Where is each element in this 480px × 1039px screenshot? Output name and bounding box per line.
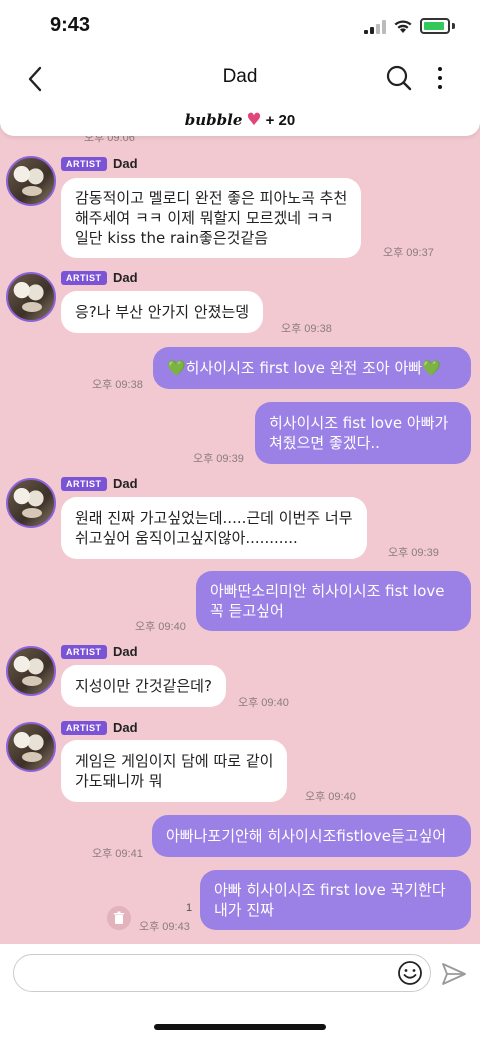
sender-name: Dad: [113, 156, 138, 171]
message-line: 아빠나포기안해 히사이시조fistlove듣고싶어: [166, 827, 447, 845]
message-line: 아빠 히사이시조 first love 꾹기한다: [214, 881, 446, 899]
message-line: 쉬고싶어 움직이고싶지않아...........: [75, 529, 298, 547]
message-line: 꼭 듣고싶어: [210, 602, 284, 620]
unread-count: 1: [186, 902, 193, 914]
message-time: 오후 09:40: [135, 621, 186, 633]
avatar[interactable]: [6, 722, 56, 772]
home-indicator: [154, 1024, 326, 1030]
artist-badge: ARTIST: [61, 271, 107, 285]
avatar[interactable]: [6, 156, 56, 206]
trash-icon[interactable]: [107, 906, 131, 930]
message-line: 응?나 부산 안가지 안졌는뎅: [75, 303, 250, 321]
search-icon[interactable]: [385, 64, 413, 92]
message-line: 쳐줬으면 좋겠다..: [269, 434, 380, 452]
message-input[interactable]: [13, 954, 431, 992]
message-time: 오후 09:39: [388, 547, 439, 559]
message-line: 히사이시조 fist love 아빠가: [269, 414, 449, 432]
message-time: 오후 09:41: [92, 848, 143, 860]
message-time: 오후 09:37: [383, 247, 434, 259]
sender-name: Dad: [113, 270, 138, 285]
sender-name: Dad: [113, 476, 138, 491]
message-time: 오후 09:40: [305, 791, 356, 803]
sender-name: Dad: [113, 720, 138, 735]
heart-icon: ♥: [246, 110, 262, 130]
bubble-label: bubble: [184, 111, 243, 129]
battery-icon: [420, 18, 450, 34]
incoming-message[interactable]: 지성이만 간것같은데?: [61, 665, 226, 707]
message-composer: [0, 944, 480, 1039]
message-line: 아빠딴소리미안 히사이시조 fist love: [210, 582, 445, 600]
status-time: 9:43: [50, 14, 91, 36]
avatar[interactable]: [6, 646, 56, 696]
message-time: 오후 09:38: [92, 379, 143, 391]
incoming-message[interactable]: 게임은 게임이지 담에 따로 같이 가도돼니까 뭐: [61, 740, 288, 802]
bubble-count-bar: bubble ♥ + 20: [0, 104, 480, 136]
chat-area[interactable]: bubble ♥ + 20 오후 09:06 ARTIST Dad 감동적이고 멜로…: [0, 104, 480, 944]
message-line: 내가 진짜: [214, 901, 274, 919]
message-time: 오후 09:38: [281, 323, 332, 335]
message-line: 💚히사이시조 first love 완전 조아 아빠💚: [167, 359, 441, 377]
wifi-icon: [394, 20, 412, 33]
outgoing-message[interactable]: 아빠 히사이시조 first love 꾹기한다 내가 진짜: [200, 870, 471, 930]
more-vertical-icon[interactable]: [432, 64, 448, 92]
avatar[interactable]: [6, 478, 56, 528]
artist-badge: ARTIST: [61, 645, 107, 659]
message-time: 오후 09:39: [193, 453, 244, 465]
outgoing-message[interactable]: 아빠나포기안해 히사이시조fistlove듣고싶어: [152, 815, 471, 857]
outgoing-message[interactable]: 아빠딴소리미안 히사이시조 fist love 꼭 듣고싶어: [196, 571, 471, 631]
message-line: 지성이만 간것같은데?: [75, 677, 212, 695]
chat-header: Dad: [0, 54, 480, 104]
artist-badge: ARTIST: [61, 477, 107, 491]
message-line: 게임은 게임이지 담에 따로 같이: [75, 752, 274, 770]
outgoing-message[interactable]: 히사이시조 fist love 아빠가 쳐줬으면 좋겠다..: [255, 402, 471, 464]
artist-badge: ARTIST: [61, 721, 107, 735]
cellular-signal-icon: [364, 20, 386, 34]
incoming-message[interactable]: 감동적이고 멜로디 완전 좋은 피아노곡 추천 해주세여 ㅋㅋ 이제 뭐할지 모…: [61, 178, 362, 258]
message-time: 오후 09:40: [238, 697, 289, 709]
status-bar: 9:43: [0, 0, 480, 54]
avatar[interactable]: [6, 272, 56, 322]
message-line: 가도돼니까 뭐: [75, 772, 163, 790]
artist-badge: ARTIST: [61, 157, 107, 171]
incoming-message[interactable]: 원래 진짜 가고싶었는데.....근데 이번주 너무 쉬고싶어 움직이고싶지않아…: [61, 497, 367, 559]
bubble-count: + 20: [265, 112, 296, 129]
message-line: 일단 kiss the rain좋은것같음: [75, 229, 269, 247]
smiley-icon[interactable]: [397, 960, 423, 986]
outgoing-message[interactable]: 💚히사이시조 first love 완전 조아 아빠💚: [153, 347, 471, 389]
message-line: 해주세여 ㅋㅋ 이제 뭐할지 모르겠네 ㅋㅋ: [75, 209, 334, 227]
message-time: 오후 09:43: [139, 921, 190, 933]
message-line: 원래 진짜 가고싶었는데.....근데 이번주 너무: [75, 509, 353, 527]
message-line: 감동적이고 멜로디 완전 좋은 피아노곡 추천: [75, 189, 348, 207]
incoming-message[interactable]: 응?나 부산 안가지 안졌는뎅: [61, 291, 264, 333]
send-icon[interactable]: [440, 960, 468, 988]
sender-name: Dad: [113, 644, 138, 659]
